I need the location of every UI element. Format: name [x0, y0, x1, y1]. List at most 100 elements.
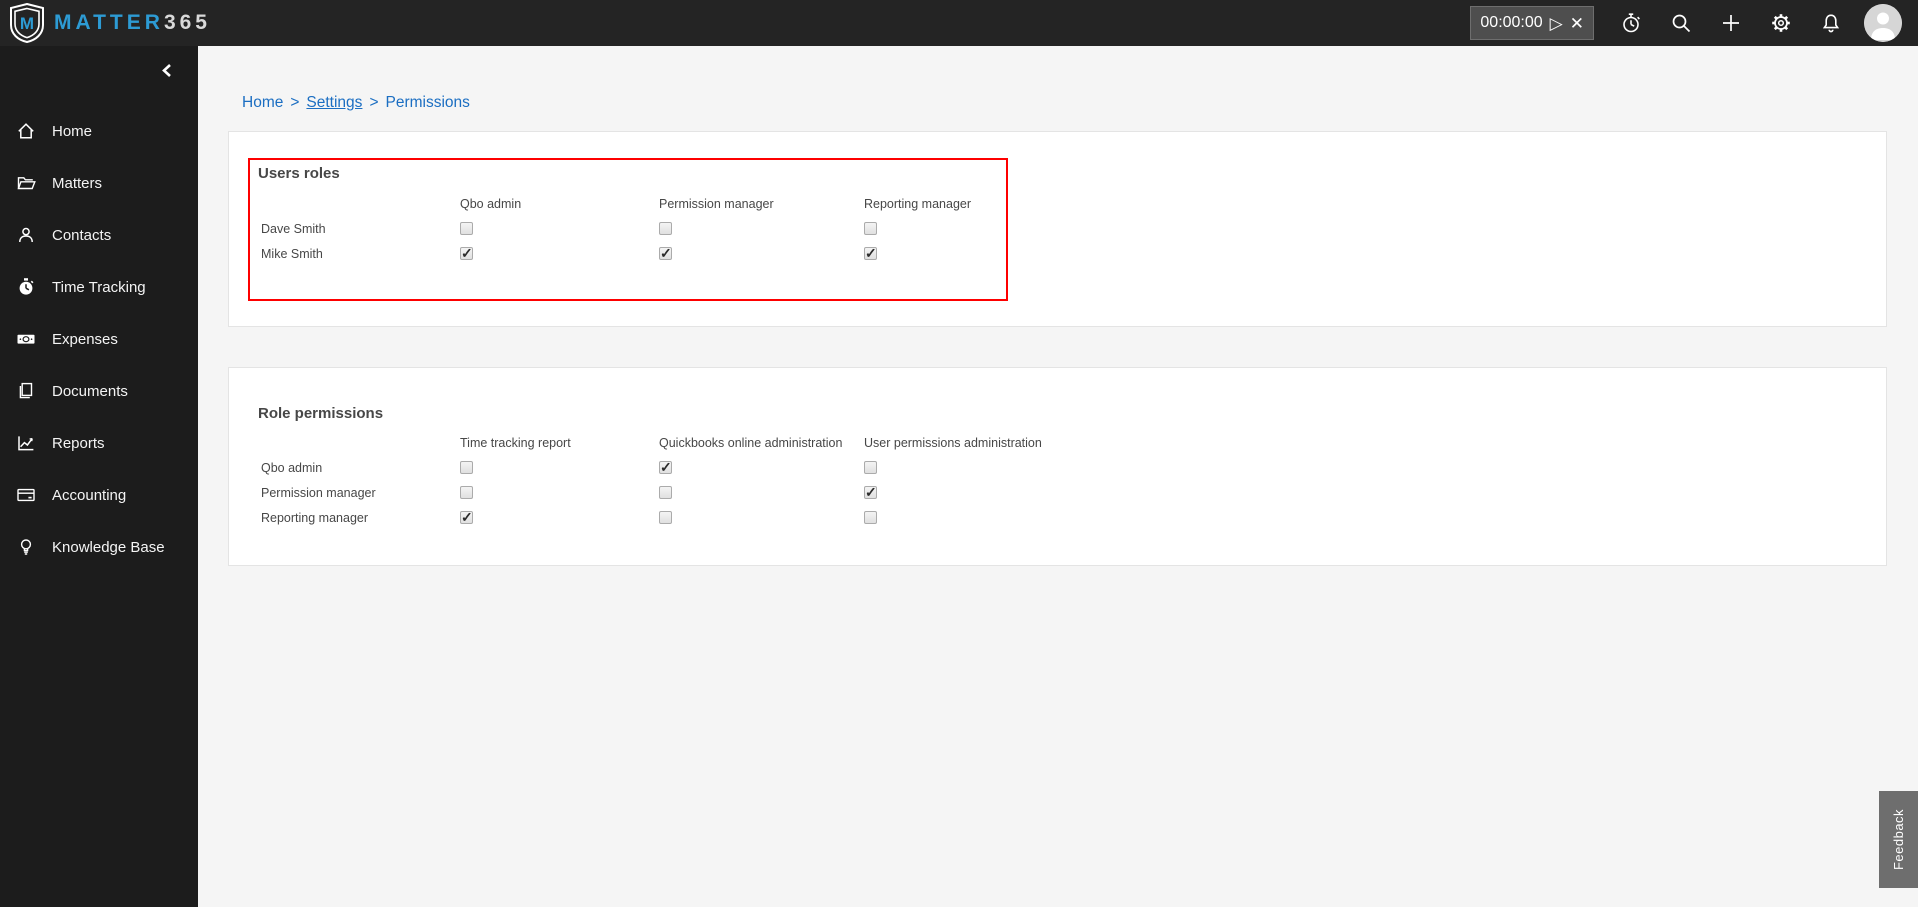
checkbox-cell: [659, 241, 864, 266]
row-label-reporting-manager: Reporting manager: [261, 510, 369, 525]
credit-card-icon: [15, 485, 37, 505]
breadcrumb-link-permissions: Permissions: [385, 94, 470, 111]
checkbox-cell: [659, 216, 864, 241]
breadcrumb-link-home[interactable]: Home: [242, 94, 283, 111]
stopwatch-button[interactable]: [1606, 0, 1656, 46]
main-content: Home > Settings > Permissions Users roles Qb…: [198, 46, 1918, 907]
sidebar-item-reports[interactable]: Reports: [0, 417, 198, 469]
sidebar-item-label: Expenses: [52, 330, 118, 348]
sidebar-item-knowledge-base[interactable]: Knowledge Base: [0, 521, 198, 573]
sidebar-item-documents[interactable]: Documents: [0, 365, 198, 417]
feedback-tab[interactable]: Feedback: [1879, 791, 1918, 888]
timer-value: 00:00:00: [1480, 14, 1543, 31]
sidebar-nav: Home Matters Contacts Time Tracking Expenses…: [0, 105, 198, 573]
role-permissions-panel: Role permissions Time tracking report Qui…: [228, 367, 1887, 566]
sidebar-item-label: Knowledge Base: [52, 538, 165, 556]
checkbox-permission-manager-user-permissions-administration[interactable]: [864, 484, 877, 501]
sidebar-item-matters[interactable]: Matters: [0, 157, 198, 209]
checkbox-dave-smith-permission-manager[interactable]: [659, 222, 672, 235]
checkbox-cell: [460, 480, 659, 505]
breadcrumb: Home > Settings > Permissions: [242, 94, 470, 112]
sidebar-item-label: Accounting: [52, 486, 127, 504]
sidebar-collapse-button[interactable]: [160, 63, 174, 78]
sidebar-item-contacts[interactable]: Contacts: [0, 209, 198, 261]
checkbox-cell: [460, 455, 659, 480]
person-icon: [15, 225, 37, 245]
breadcrumb-separator: >: [369, 94, 379, 111]
users-roles-panel: Users roles Qbo admin Permission manager R…: [228, 131, 1887, 327]
folder-icon: [15, 173, 37, 193]
checkbox-qbo-admin-time-tracking-report[interactable]: [460, 461, 473, 474]
user-avatar[interactable]: [1864, 4, 1902, 42]
add-button[interactable]: [1706, 0, 1756, 46]
sidebar-item-accounting[interactable]: Accounting: [0, 469, 198, 521]
checkbox-mike-smith-qbo-admin[interactable]: [460, 245, 473, 262]
checkbox-reporting-manager-time-tracking-report[interactable]: [460, 509, 473, 526]
column-header-permission-manager: Permission manager: [659, 196, 774, 211]
sidebar-item-label: Contacts: [52, 226, 112, 244]
sidebar: Home Matters Contacts Time Tracking Expenses…: [0, 46, 198, 907]
checkbox-permission-manager-quickbooks-online-administration[interactable]: [659, 486, 672, 499]
brand-name: MATTER365: [54, 11, 211, 34]
row-label-permission-manager: Permission manager: [261, 485, 376, 500]
column-header-spacer: [261, 430, 460, 455]
checkbox-qbo-admin-quickbooks-online-administration[interactable]: [659, 459, 672, 476]
feedback-tab-label: Feedback: [1891, 808, 1906, 871]
sidebar-item-label: Home: [52, 122, 93, 140]
sidebar-item-time-tracking[interactable]: Time Tracking: [0, 261, 198, 313]
sidebar-item-label: Time Tracking: [52, 278, 146, 296]
documents-icon: [15, 381, 37, 401]
checkbox-qbo-admin-user-permissions-administration[interactable]: [864, 461, 877, 474]
checkbox-cell: [659, 455, 864, 480]
users-roles-title: Users roles: [258, 165, 340, 182]
checkbox-cell: [864, 480, 1866, 505]
stopwatch-filled-icon: [15, 277, 37, 297]
settings-button[interactable]: [1756, 0, 1806, 46]
checkbox-cell: [460, 216, 659, 241]
search-button[interactable]: [1656, 0, 1706, 46]
notifications-button[interactable]: [1806, 0, 1856, 46]
checkbox-dave-smith-qbo-admin[interactable]: [460, 222, 473, 235]
users-roles-table: Qbo admin Permission manager Reporting man…: [261, 191, 1866, 266]
breadcrumb-separator: >: [290, 94, 300, 111]
timer-close-icon[interactable]: ✕: [1570, 15, 1584, 32]
top-bar: M MATTER365 00:00:00 ▷ ✕: [0, 0, 1918, 46]
checkbox-cell: [864, 216, 1866, 241]
search-icon: [1669, 11, 1693, 35]
checkbox-cell: [659, 505, 864, 530]
home-icon: [15, 121, 37, 141]
lightbulb-icon: [15, 537, 37, 557]
svg-text:M: M: [20, 14, 34, 33]
chart-icon: [15, 433, 37, 453]
sidebar-item-expenses[interactable]: Expenses: [0, 313, 198, 365]
app-logo[interactable]: M MATTER365: [10, 3, 211, 43]
checkbox-cell: [460, 505, 659, 530]
timer-play-icon[interactable]: ▷: [1550, 15, 1563, 32]
checkbox-reporting-manager-quickbooks-online-administration[interactable]: [659, 511, 672, 524]
role-permissions-table: Time tracking report Quickbooks online ad…: [261, 430, 1866, 530]
settings-gear-icon: [1769, 11, 1793, 35]
sidebar-item-label: Matters: [52, 174, 103, 192]
role-permissions-title: Role permissions: [258, 405, 384, 422]
column-header-qbo-admin: Qbo admin: [460, 196, 522, 211]
checkbox-permission-manager-time-tracking-report[interactable]: [460, 486, 473, 499]
notifications-bell-icon: [1819, 11, 1843, 35]
checkbox-mike-smith-permission-manager[interactable]: [659, 245, 672, 262]
checkbox-reporting-manager-user-permissions-administration[interactable]: [864, 511, 877, 524]
row-label-dave-smith: Dave Smith: [261, 221, 326, 236]
checkbox-dave-smith-reporting-manager[interactable]: [864, 222, 877, 235]
breadcrumb-link-settings[interactable]: Settings: [306, 94, 362, 111]
row-label-qbo-admin: Qbo admin: [261, 460, 323, 475]
column-header-reporting-manager: Reporting manager: [864, 196, 972, 211]
checkbox-mike-smith-reporting-manager[interactable]: [864, 245, 877, 262]
sidebar-item-label: Documents: [52, 382, 128, 400]
column-header-spacer: [261, 191, 460, 216]
checkbox-cell: [460, 241, 659, 266]
add-icon: [1719, 11, 1743, 35]
checkbox-cell: [864, 505, 1866, 530]
checkbox-cell: [864, 455, 1866, 480]
chevron-left-icon: [160, 63, 174, 78]
timer-widget[interactable]: 00:00:00 ▷ ✕: [1470, 6, 1594, 40]
sidebar-item-home[interactable]: Home: [0, 105, 198, 157]
column-header-user-permissions-administration: User permissions administration: [864, 435, 1042, 450]
